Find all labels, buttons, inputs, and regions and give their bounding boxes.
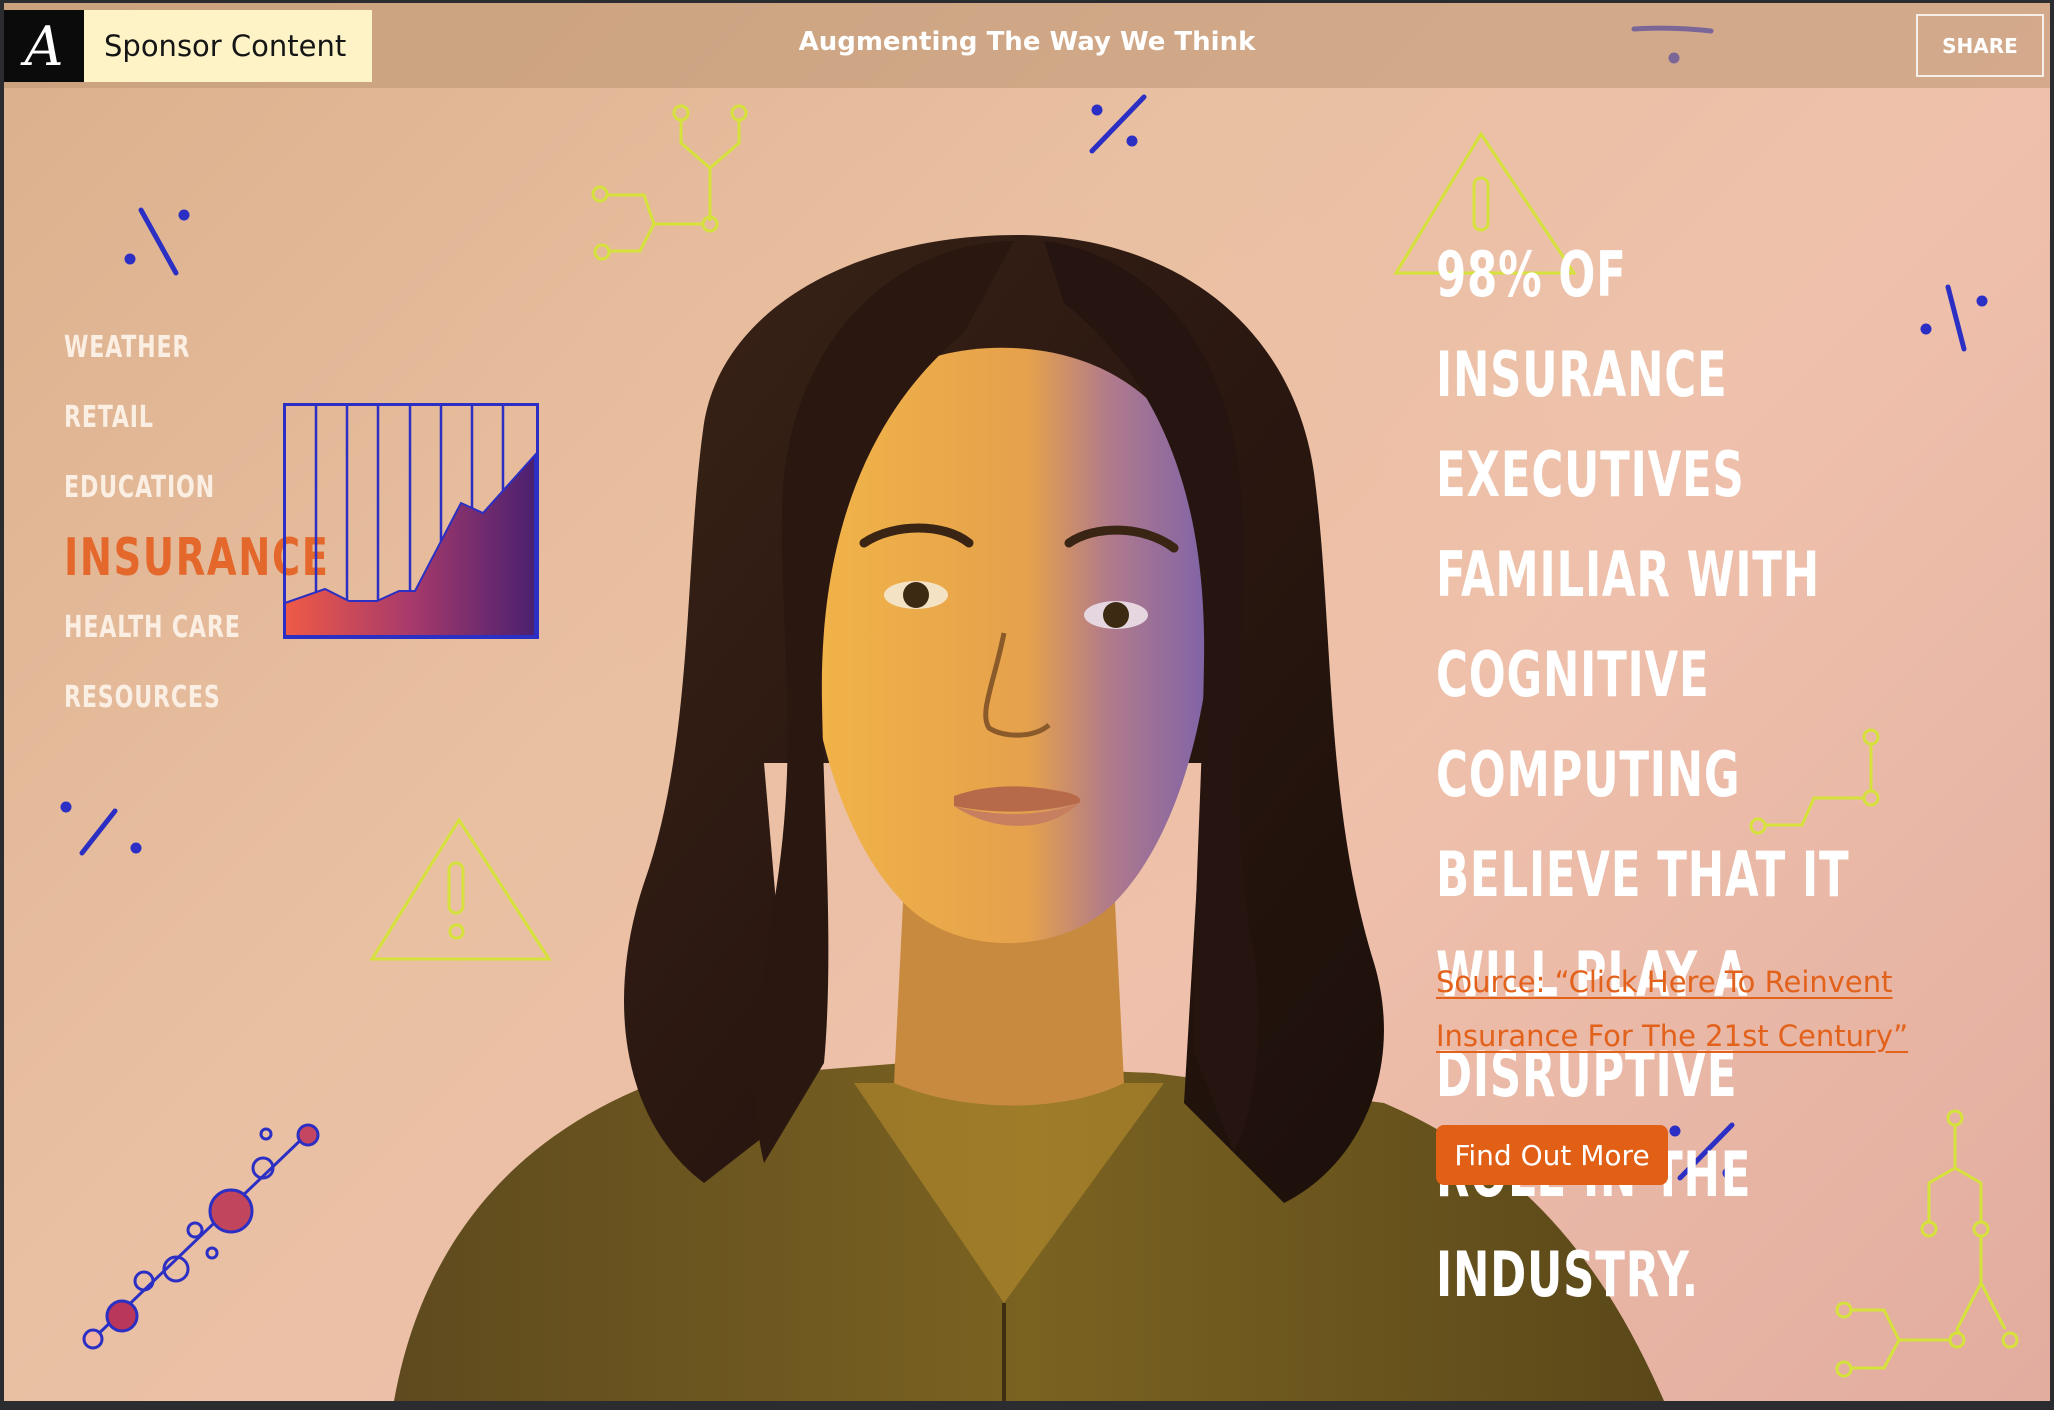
bar-chart-icon	[283, 403, 539, 639]
source-link[interactable]: Source: “Click Here To Reinvent Insuranc…	[1436, 955, 1956, 1063]
nav-item-resources[interactable]: RESOURCES	[64, 663, 330, 733]
nav-item-weather[interactable]: WEATHER	[64, 313, 330, 383]
top-bar: A Sponsor Content Augmenting The Way We …	[4, 3, 2050, 88]
page-frame: A Sponsor Content Augmenting The Way We …	[4, 3, 2050, 1401]
share-button[interactable]: SHARE	[1916, 14, 2044, 77]
find-out-more-button[interactable]: Find Out More	[1436, 1125, 1668, 1185]
page-title: Augmenting The Way We Think	[798, 27, 1256, 57]
